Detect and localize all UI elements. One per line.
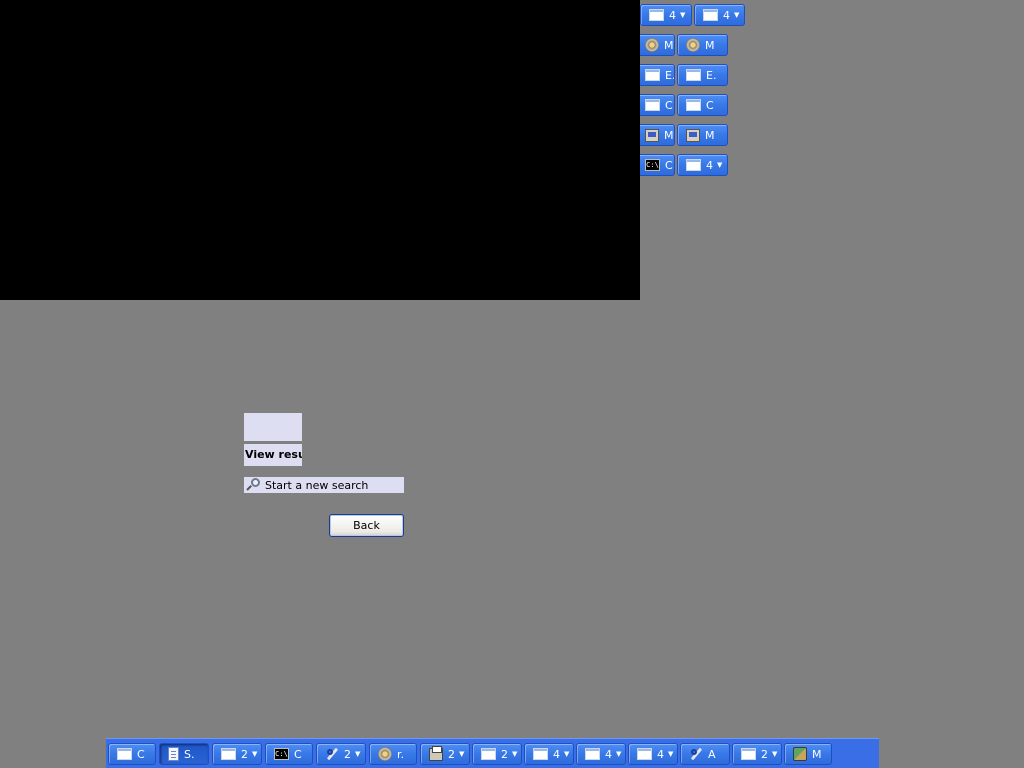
chevron-down-icon: ▼ (734, 10, 740, 19)
taskbar-item-6[interactable]: r. (369, 743, 417, 765)
top-button-5[interactable]: E. (636, 64, 675, 86)
taskbar-item-label: 4 (553, 747, 560, 761)
taskbar-item-label: 4 (605, 747, 612, 761)
back-button[interactable]: Back (329, 514, 404, 537)
command-prompt-icon: C:\ (274, 748, 289, 760)
chevron-down-icon: ▼ (668, 749, 674, 758)
taskbar-item-label: 2 (761, 747, 768, 761)
taskbar-item-12[interactable]: A (680, 743, 730, 765)
taskbar: C S. 2 ▼ C:\ C 2 ▼ r. 2 ▼ 2 ▼ 4 ▼ 4 ▼ 4 … (106, 738, 879, 768)
monitor-icon (686, 128, 700, 142)
taskbar-item-label: M (812, 747, 822, 761)
taskbar-item-3[interactable]: 2 ▼ (212, 743, 262, 765)
window-icon (741, 748, 756, 760)
taskbar-item-4[interactable]: C:\ C (265, 743, 313, 765)
top-button-12[interactable]: 4 ▼ (677, 154, 728, 176)
taskbar-item-label: 2 (448, 747, 455, 761)
top-button-6[interactable]: E. (677, 64, 728, 86)
taskbar-item-label: C (137, 747, 145, 761)
taskbar-item-1[interactable]: C (108, 743, 156, 765)
taskbar-item-label: 2 (241, 747, 248, 761)
top-button-7[interactable]: C (636, 94, 675, 116)
taskbar-item-14[interactable]: M (784, 743, 832, 765)
taskbar-item-label: 2 (501, 747, 508, 761)
top-button-1[interactable]: 4 ▼ (640, 4, 692, 26)
window-icon (703, 9, 718, 21)
window-icon (645, 99, 660, 111)
chevron-down-icon: ▼ (680, 10, 686, 19)
top-button-label: E. (706, 68, 717, 82)
chevron-down-icon: ▼ (355, 749, 361, 758)
printer-icon (429, 745, 443, 761)
top-button-label: M (705, 128, 715, 142)
top-button-label: 4 (669, 8, 676, 22)
taskbar-item-13[interactable]: 2 ▼ (732, 743, 782, 765)
window-icon (649, 9, 664, 21)
search-icon (246, 478, 260, 492)
new-search-link[interactable]: Start a new search (244, 477, 404, 493)
taskbar-item-label: C (294, 747, 302, 761)
command-prompt-icon: C:\ (645, 159, 660, 171)
taskbar-item-label: 2 (344, 747, 351, 761)
window-icon (533, 748, 548, 760)
top-button-11[interactable]: C:\ C (636, 154, 675, 176)
top-button-label: 4 (723, 8, 730, 22)
gear-icon (378, 747, 392, 761)
top-button-label: M (664, 38, 674, 52)
top-button-3[interactable]: M (636, 34, 675, 56)
gear-icon (645, 38, 659, 52)
taskbar-item-label: r. (397, 747, 405, 761)
taskbar-item-10[interactable]: 4 ▼ (576, 743, 626, 765)
top-button-label: M (705, 38, 715, 52)
wrench-icon (689, 747, 703, 761)
black-window (0, 0, 640, 300)
wrench-icon (325, 747, 339, 761)
top-button-label: M (664, 128, 674, 142)
top-button-2[interactable]: 4 ▼ (694, 4, 745, 26)
chevron-down-icon: ▼ (512, 749, 518, 758)
taskbar-item-9[interactable]: 4 ▼ (524, 743, 574, 765)
view-results-link[interactable]: View resul (244, 444, 302, 466)
chevron-down-icon: ▼ (459, 749, 465, 758)
window-icon (686, 159, 701, 171)
top-button-10[interactable]: M (677, 124, 728, 146)
chevron-down-icon: ▼ (616, 749, 622, 758)
window-icon (117, 748, 132, 760)
taskbar-item-5[interactable]: 2 ▼ (316, 743, 366, 765)
monitor-icon (645, 128, 659, 142)
window-icon (686, 69, 701, 81)
gear-icon (686, 38, 700, 52)
window-icon (637, 748, 652, 760)
window-icon (585, 748, 600, 760)
chevron-down-icon: ▼ (564, 749, 570, 758)
chevron-down-icon: ▼ (252, 749, 258, 758)
taskbar-item-7[interactable]: 2 ▼ (420, 743, 470, 765)
chevron-down-icon: ▼ (717, 160, 723, 169)
window-icon (686, 99, 701, 111)
top-button-label: 4 (706, 158, 713, 172)
taskbar-item-label: S. (184, 747, 195, 761)
top-button-label: E. (665, 68, 675, 82)
top-button-8[interactable]: C (677, 94, 728, 116)
window-icon (481, 748, 496, 760)
document-icon (168, 747, 179, 761)
taskbar-item-label: A (708, 747, 716, 761)
top-button-label: C (665, 98, 673, 112)
taskbar-item-label: 4 (657, 747, 664, 761)
taskbar-item-2[interactable]: S. (159, 743, 209, 765)
top-button-label: C (665, 158, 673, 172)
tools-icon (793, 747, 807, 761)
image-placeholder (244, 413, 302, 441)
window-icon (221, 748, 236, 760)
window-icon (645, 69, 660, 81)
top-button-label: C (706, 98, 714, 112)
chevron-down-icon: ▼ (772, 749, 778, 758)
top-button-4[interactable]: M (677, 34, 728, 56)
taskbar-item-11[interactable]: 4 ▼ (628, 743, 678, 765)
new-search-label: Start a new search (265, 478, 369, 492)
top-button-9[interactable]: M (636, 124, 675, 146)
taskbar-item-8[interactable]: 2 ▼ (472, 743, 522, 765)
